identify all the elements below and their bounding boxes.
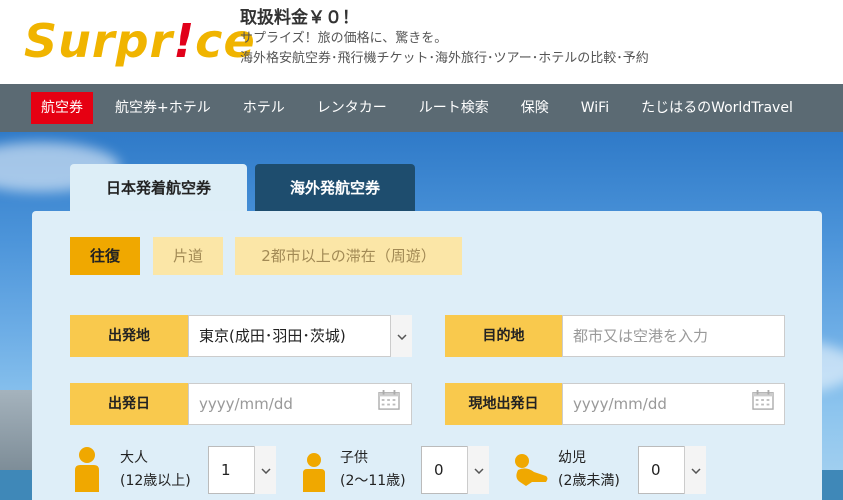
return-date-label: 現地出発日 — [445, 383, 562, 425]
chevron-down-icon[interactable] — [684, 446, 706, 494]
tab-overseas-flights[interactable]: 海外発航空券 — [255, 164, 415, 212]
child-age-note: (2～11歳) — [340, 473, 406, 489]
calendar-icon[interactable] — [752, 390, 774, 410]
trip-oneway-button[interactable]: 片道 — [153, 237, 223, 275]
child-icon — [303, 453, 325, 492]
adult-age-note: (12歳以上) — [120, 473, 191, 489]
nav-item-flights[interactable]: 航空券 — [31, 92, 93, 124]
depart-date-label: 出発日 — [70, 383, 188, 425]
chevron-down-icon[interactable] — [467, 446, 489, 494]
infant-label: 幼児 — [558, 450, 586, 466]
child-label: 子供 — [340, 450, 368, 466]
nav-item-flight-hotel[interactable]: 航空券+ホテル — [99, 92, 227, 124]
infant-icon — [515, 454, 548, 486]
trip-multi-city-button[interactable]: 2都市以上の滞在（周遊） — [235, 237, 462, 275]
nav-item-rental-car[interactable]: レンタカー — [301, 92, 403, 124]
origin-select[interactable]: 東京(成田･羽田･茨城) — [188, 315, 412, 357]
chevron-down-icon[interactable] — [254, 446, 276, 494]
calendar-icon[interactable] — [378, 390, 400, 410]
infant-age-note: (2歳未満) — [558, 473, 620, 489]
origin-label: 出発地 — [70, 315, 188, 357]
tagline-subtitle: サプライズ！旅の価格に、驚きを。 — [240, 31, 448, 46]
nav-item-insurance[interactable]: 保険 — [505, 92, 565, 124]
adult-icon — [75, 447, 99, 492]
destination-input[interactable]: 都市又は空港を入力 — [562, 315, 785, 357]
main-nav: 航空券 航空券+ホテル ホテル レンタカー ルート検索 保険 WiFi たじはる… — [0, 84, 843, 132]
tab-domestic-flights[interactable]: 日本発着航空券 — [70, 164, 247, 212]
nav-item-wifi[interactable]: WiFi — [565, 92, 625, 124]
trip-round-button[interactable]: 往復 — [70, 237, 140, 275]
nav-item-worldtravel[interactable]: たじはるのWorldTravel — [625, 92, 809, 124]
chevron-down-icon[interactable] — [390, 315, 412, 357]
tagline-title: 取扱料金￥０！ — [240, 8, 359, 28]
tagline-description: 海外格安航空券･飛行機チケット･海外旅行･ツアー･ホテルの比較･予約 — [240, 51, 649, 66]
nav-item-hotel[interactable]: ホテル — [227, 92, 301, 124]
adult-label: 大人 — [120, 450, 148, 466]
destination-label: 目的地 — [445, 315, 562, 357]
nav-item-route-search[interactable]: ルート検索 — [403, 92, 505, 124]
tagline: 取扱料金￥０！ サプライズ！旅の価格に、驚きを。 海外格安航空券･飛行機チケット… — [240, 7, 649, 69]
site-logo[interactable]: Surpr!ce — [24, 14, 256, 68]
site-header: Surpr!ce 取扱料金￥０！ サプライズ！旅の価格に、驚きを。 海外格安航空… — [0, 0, 843, 84]
